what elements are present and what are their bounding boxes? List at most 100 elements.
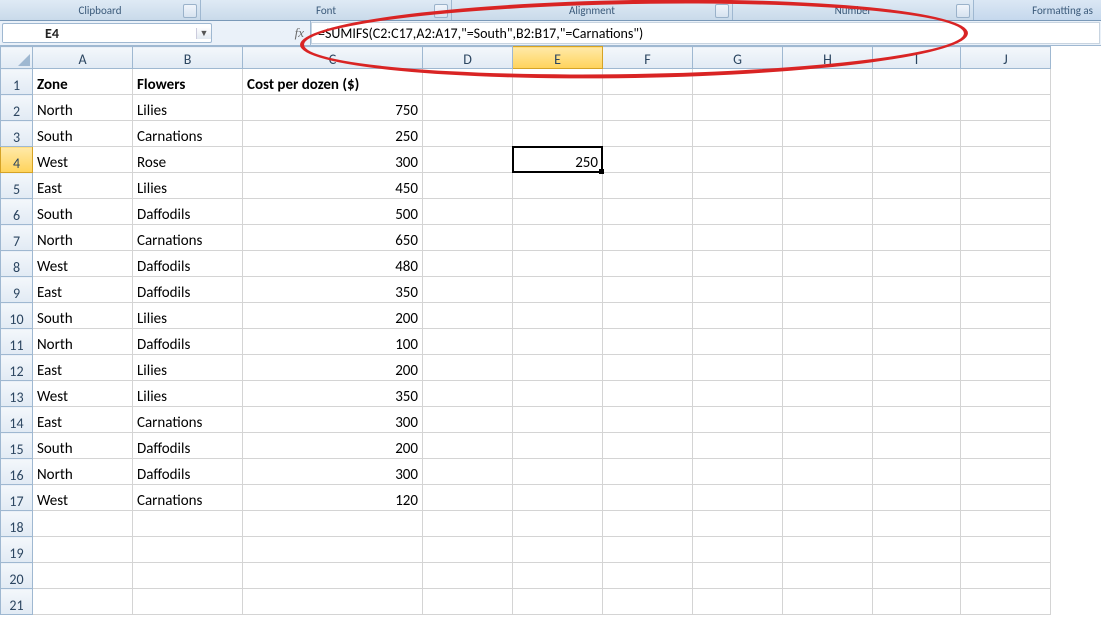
cell[interactable] xyxy=(873,589,961,615)
cell[interactable] xyxy=(603,537,693,563)
cell[interactable] xyxy=(693,251,783,277)
cell[interactable]: West xyxy=(33,381,133,407)
row-header[interactable]: 4 xyxy=(1,147,33,173)
cell[interactable] xyxy=(513,277,603,303)
cell[interactable] xyxy=(423,381,513,407)
cell[interactable] xyxy=(33,511,133,537)
dialog-launcher-icon[interactable] xyxy=(715,4,729,18)
cell[interactable]: Carnations xyxy=(133,407,243,433)
cell[interactable] xyxy=(873,225,961,251)
cell[interactable] xyxy=(513,511,603,537)
cell[interactable] xyxy=(603,511,693,537)
cell[interactable] xyxy=(961,121,1051,147)
column-header-H[interactable]: H xyxy=(783,47,873,69)
row-header[interactable]: 7 xyxy=(1,225,33,251)
cell[interactable] xyxy=(961,199,1051,225)
cell[interactable] xyxy=(133,589,243,615)
cell[interactable] xyxy=(513,589,603,615)
cell[interactable]: Daffodils xyxy=(133,329,243,355)
cell[interactable] xyxy=(961,173,1051,199)
cell[interactable] xyxy=(693,459,783,485)
cell[interactable]: North xyxy=(33,329,133,355)
column-header-F[interactable]: F xyxy=(603,47,693,69)
cell[interactable] xyxy=(783,95,873,121)
cell[interactable] xyxy=(243,511,423,537)
column-header-J[interactable]: J xyxy=(961,47,1051,69)
cell[interactable] xyxy=(873,511,961,537)
cell[interactable] xyxy=(783,121,873,147)
row-header[interactable]: 1 xyxy=(1,69,33,95)
cell[interactable] xyxy=(783,485,873,511)
cell[interactable] xyxy=(603,173,693,199)
row-header[interactable]: 3 xyxy=(1,121,33,147)
cell[interactable] xyxy=(961,381,1051,407)
cell[interactable] xyxy=(513,121,603,147)
cell[interactable] xyxy=(513,303,603,329)
cell[interactable] xyxy=(961,225,1051,251)
cell[interactable] xyxy=(873,329,961,355)
cell[interactable] xyxy=(783,407,873,433)
cell[interactable]: Lilies xyxy=(133,95,243,121)
row-header[interactable]: 11 xyxy=(1,329,33,355)
cell[interactable]: 300 xyxy=(243,407,423,433)
cell[interactable] xyxy=(961,277,1051,303)
cell[interactable]: West xyxy=(33,251,133,277)
cell[interactable]: North xyxy=(33,225,133,251)
cell[interactable] xyxy=(873,485,961,511)
column-header-I[interactable]: I xyxy=(873,47,961,69)
cell[interactable]: 500 xyxy=(243,199,423,225)
cell[interactable] xyxy=(783,199,873,225)
row-header[interactable]: 19 xyxy=(1,537,33,563)
cell[interactable]: South xyxy=(33,121,133,147)
cell[interactable] xyxy=(603,225,693,251)
cell[interactable] xyxy=(423,251,513,277)
cell[interactable] xyxy=(513,225,603,251)
cell[interactable] xyxy=(783,589,873,615)
cell[interactable] xyxy=(873,147,961,173)
cell[interactable] xyxy=(33,537,133,563)
cell[interactable] xyxy=(603,407,693,433)
cell[interactable]: East xyxy=(33,407,133,433)
cell[interactable] xyxy=(783,251,873,277)
row-header[interactable]: 13 xyxy=(1,381,33,407)
cell[interactable] xyxy=(423,355,513,381)
cell[interactable] xyxy=(693,277,783,303)
cell[interactable] xyxy=(783,511,873,537)
cell[interactable] xyxy=(513,433,603,459)
cell[interactable]: North xyxy=(33,459,133,485)
cell[interactable] xyxy=(423,563,513,589)
cell[interactable] xyxy=(873,563,961,589)
cell[interactable] xyxy=(873,303,961,329)
cell[interactable] xyxy=(783,433,873,459)
cell[interactable] xyxy=(961,95,1051,121)
cell[interactable] xyxy=(423,121,513,147)
cell[interactable] xyxy=(873,381,961,407)
cell[interactable]: 650 xyxy=(243,225,423,251)
cell[interactable] xyxy=(693,355,783,381)
cell[interactable] xyxy=(133,537,243,563)
cell[interactable] xyxy=(961,433,1051,459)
row-header[interactable]: 17 xyxy=(1,485,33,511)
cell[interactable] xyxy=(873,121,961,147)
cell[interactable] xyxy=(961,589,1051,615)
cell[interactable]: 350 xyxy=(243,277,423,303)
cell[interactable]: 200 xyxy=(243,355,423,381)
cell[interactable] xyxy=(783,277,873,303)
cell[interactable]: Daffodils xyxy=(133,459,243,485)
cell[interactable] xyxy=(603,303,693,329)
name-box-dropdown-icon[interactable]: ▼ xyxy=(196,28,211,39)
dialog-launcher-icon[interactable] xyxy=(956,4,970,18)
cell[interactable] xyxy=(961,407,1051,433)
cell[interactable]: South xyxy=(33,199,133,225)
cell[interactable] xyxy=(603,381,693,407)
cell[interactable] xyxy=(873,95,961,121)
cell[interactable]: 300 xyxy=(243,459,423,485)
row-header[interactable]: 12 xyxy=(1,355,33,381)
cell[interactable] xyxy=(513,407,603,433)
cell[interactable]: North xyxy=(33,95,133,121)
cell[interactable] xyxy=(423,225,513,251)
cell[interactable] xyxy=(783,303,873,329)
cell[interactable] xyxy=(513,459,603,485)
dialog-launcher-icon[interactable] xyxy=(183,4,197,18)
cell[interactable] xyxy=(783,147,873,173)
